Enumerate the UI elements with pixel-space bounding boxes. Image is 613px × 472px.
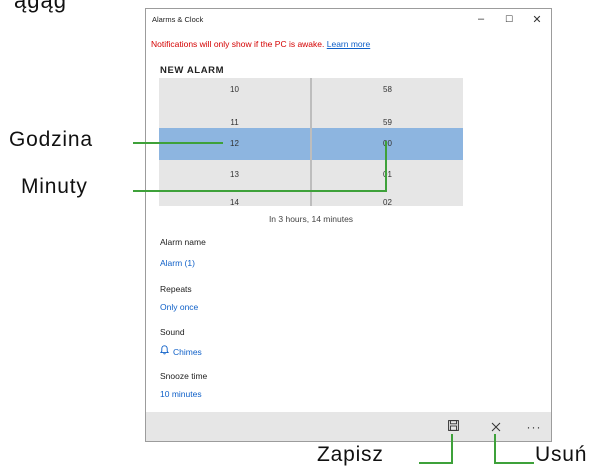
alarms-window: Alarms & Clock – ☐ ✕ Notifications will … — [145, 8, 552, 442]
sound-label: Sound — [160, 327, 185, 337]
hour-cell[interactable]: 11 — [159, 116, 310, 130]
alarm-name-label: Alarm name — [160, 237, 206, 247]
hour-cell[interactable]: 14 — [159, 196, 310, 206]
new-alarm-heading: NEW ALARM — [160, 65, 225, 76]
save-callout-line-v — [451, 434, 453, 464]
window-title: Alarms & Clock — [152, 15, 204, 24]
snooze-dropdown[interactable]: 10 minutes — [160, 389, 202, 399]
hour-cell[interactable]: 10 — [159, 83, 310, 97]
delete-callout-line-h — [494, 462, 534, 464]
delete-callout-label: Usuń — [535, 443, 588, 466]
minute-cell-selected[interactable]: 00 — [312, 137, 463, 151]
bell-icon — [159, 345, 170, 357]
snooze-label: Snooze time — [160, 371, 208, 381]
delete-button[interactable] — [488, 419, 504, 435]
sound-value: Chimes — [173, 347, 202, 357]
save-callout-label: Zapisz — [317, 443, 384, 466]
title-bar: Alarms & Clock – ☐ ✕ — [146, 9, 551, 31]
close-window-button[interactable]: ✕ — [530, 13, 544, 26]
hour-callout-label: Godzina — [9, 128, 93, 151]
more-options-button[interactable]: ··· — [526, 419, 542, 435]
learn-more-link[interactable]: Learn more — [327, 39, 370, 49]
hour-cell[interactable]: 13 — [159, 168, 310, 182]
minute-cell[interactable]: 58 — [312, 83, 463, 97]
partial-heading-text: ągąg — [14, 0, 67, 13]
command-bar: ··· — [146, 412, 551, 441]
minimize-button[interactable]: – — [474, 13, 488, 25]
notice-text: Notifications will only show if the PC i… — [151, 39, 325, 49]
alarm-name-field[interactable]: Alarm (1) — [160, 258, 195, 268]
minute-cell[interactable]: 01 — [312, 168, 463, 182]
time-until-alarm: In 3 hours, 14 minutes — [268, 214, 354, 224]
minute-cell[interactable]: 02 — [312, 196, 463, 206]
hour-callout-line — [133, 142, 223, 144]
minute-cell[interactable]: 59 — [312, 116, 463, 130]
maximize-button[interactable]: ☐ — [502, 14, 516, 25]
sound-dropdown[interactable]: Chimes — [159, 345, 202, 357]
minute-callout-line-h — [133, 190, 386, 192]
minute-callout-line-v — [385, 141, 387, 192]
minute-callout-label: Minuty — [21, 175, 88, 198]
repeats-label: Repeats — [160, 284, 192, 294]
save-button[interactable] — [445, 419, 461, 435]
repeats-dropdown[interactable]: Only once — [160, 302, 198, 312]
hour-cell-selected[interactable]: 12 — [159, 137, 310, 151]
delete-callout-line-v — [494, 434, 496, 464]
save-icon — [447, 420, 459, 431]
close-icon — [491, 422, 501, 432]
notification-notice: Notifications will only show if the PC i… — [151, 39, 370, 49]
save-callout-line-h — [419, 462, 453, 464]
minute-column[interactable]: 58 59 00 01 02 — [312, 78, 463, 206]
